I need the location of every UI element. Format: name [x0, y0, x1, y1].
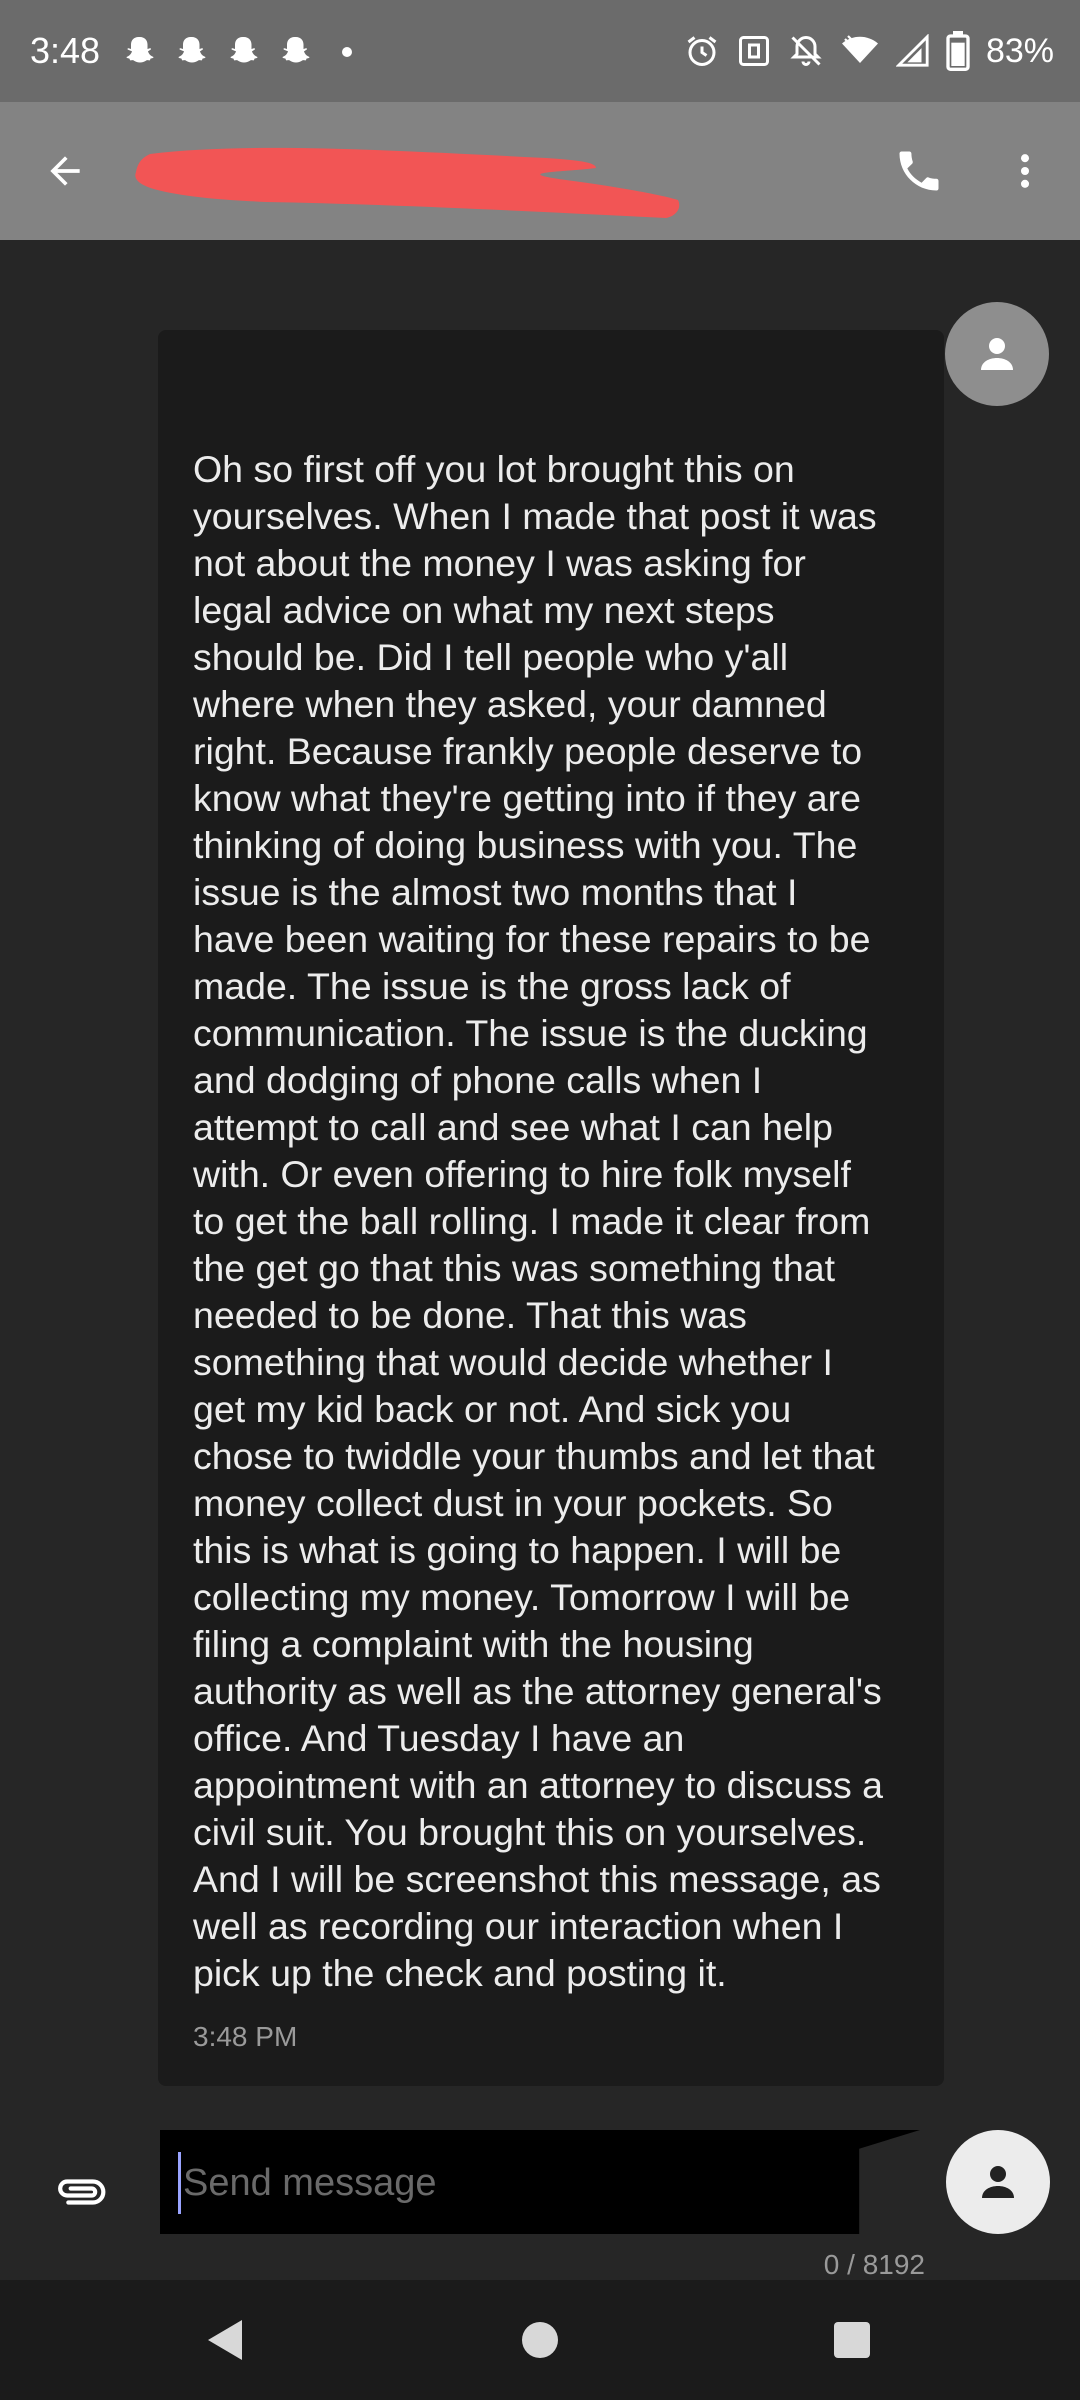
compose-bar: 0 / 8192: [0, 2100, 1080, 2280]
more-notifications-dot: [342, 47, 352, 57]
battery-icon: [946, 31, 970, 71]
navigation-bar: [0, 2280, 1080, 2400]
more-options-button[interactable]: [990, 136, 1060, 206]
nfc-icon: [736, 33, 772, 69]
person-icon: [982, 2166, 1014, 2198]
snapchat-icon: [278, 34, 314, 70]
message-timestamp: 3:48 PM: [193, 2021, 298, 2052]
character-counter: 0 / 8192: [823, 2249, 925, 2280]
conversation-thread: Oh so first off you lot brought this on …: [0, 240, 1080, 2100]
arrow-back-icon: [50, 156, 80, 186]
send-as-avatar[interactable]: [946, 2130, 1050, 2234]
wifi-icon: [840, 33, 880, 69]
system-status-icons: 83%: [684, 28, 1054, 74]
contact-avatar[interactable]: [945, 302, 1049, 406]
signal-icon: [895, 34, 930, 68]
back-button[interactable]: [30, 136, 100, 206]
app-bar: [0, 102, 1080, 240]
more-vert-icon: [1020, 154, 1030, 188]
message-bubble[interactable]: Oh so first off you lot brought this on …: [158, 330, 944, 2086]
contact-name-redaction: [135, 147, 680, 218]
nav-home-button[interactable]: [510, 2310, 570, 2370]
battery-percent: 83%: [985, 32, 1054, 70]
person-icon: [981, 338, 1013, 370]
snapchat-icon: [174, 34, 210, 70]
status-bar: 3:48 83%: [0, 0, 1080, 102]
message-input[interactable]: [178, 2152, 835, 2214]
nav-back-icon: [208, 2320, 242, 2360]
phone-icon: [899, 151, 939, 191]
nav-home-icon: [522, 2322, 558, 2358]
attach-button[interactable]: [40, 2152, 120, 2232]
attachment-icon: [58, 2179, 106, 2205]
snapchat-icon: [226, 34, 262, 70]
notifications-off-icon: [788, 33, 824, 69]
call-button[interactable]: [884, 136, 954, 206]
snapchat-icon: [122, 34, 158, 70]
alarm-icon: [684, 33, 720, 69]
message-text: Oh so first off you lot brought this on …: [193, 448, 883, 1994]
nav-recents-button[interactable]: [822, 2310, 882, 2370]
nav-back-button[interactable]: [196, 2310, 256, 2370]
status-time: 3:48: [30, 30, 101, 71]
message-input-container: [160, 2130, 920, 2234]
nav-recents-icon: [834, 2322, 870, 2358]
messaging-screen: 3:48 83% Oh so first off you lot brought…: [0, 0, 1080, 2400]
notification-icons: [122, 30, 352, 74]
